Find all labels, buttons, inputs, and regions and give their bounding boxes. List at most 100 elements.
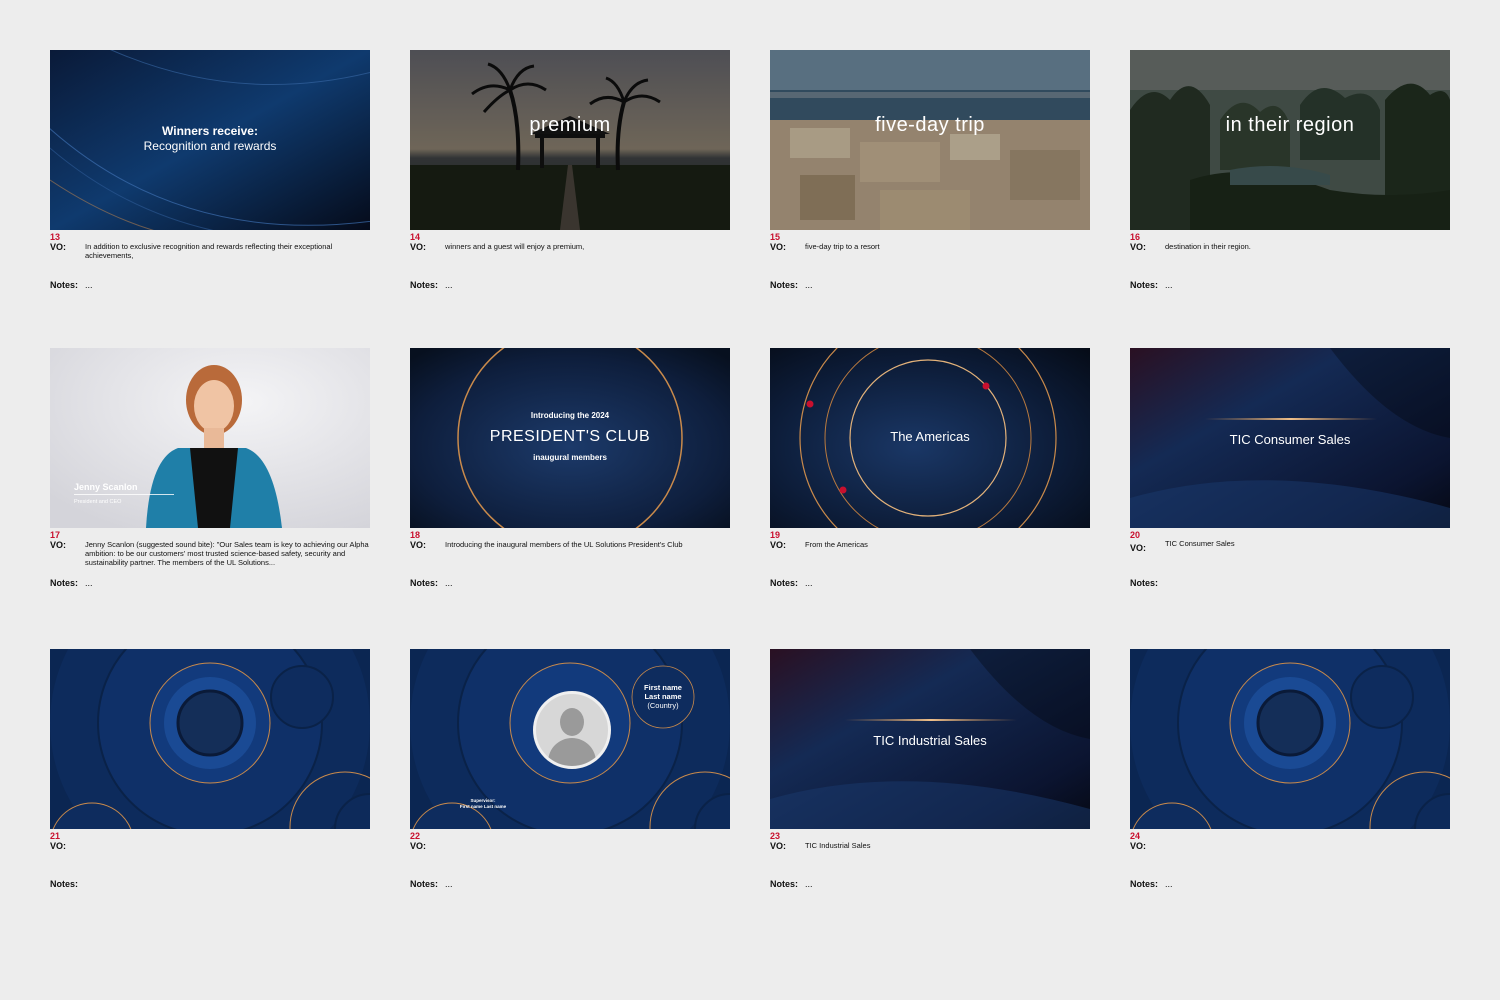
notes-label: Notes: [410, 879, 439, 889]
notes-text[interactable]: ... [1165, 280, 1173, 290]
notes-label: Notes: [1130, 879, 1159, 889]
slide-caption: TIC Industrial Sales [873, 733, 987, 748]
slide-thumbnail-17[interactable]: Jenny Scanlon President and CEO [50, 348, 370, 528]
vo-label: VO: [1130, 242, 1147, 252]
storyboard-cell-15[interactable]: five-day trip 15 VO: five-day trip to a … [770, 50, 1090, 290]
lower-third-title: President and CEO [74, 499, 122, 505]
vo-text[interactable]: TIC Industrial Sales [805, 841, 1090, 850]
slide-caption: premium [529, 114, 611, 136]
notes-label: Notes: [50, 578, 79, 588]
storyboard-cell-14[interactable]: premium 14 VO: winners and a guest will … [410, 50, 730, 290]
vo-text[interactable]: Introducing the inaugural members of the… [445, 540, 730, 549]
vo-label: VO: [770, 841, 787, 851]
slide-number: 18 [410, 530, 421, 540]
storyboard-cell-17[interactable]: Jenny Scanlon President and CEO 17 VO: J… [50, 348, 370, 588]
avatar-placeholder-icon [533, 691, 611, 769]
storyboard-cell-19[interactable]: The Americas 19 VO: From the Americas No… [770, 348, 1090, 588]
slide-number: 15 [770, 232, 781, 242]
slide-thumbnail-18[interactable]: Introducing the 2024 PRESIDENT'S CLUB in… [410, 348, 730, 528]
slide-number: 19 [770, 530, 781, 540]
slide-subheadline: Recognition and rewards [143, 139, 277, 153]
vo-label: VO: [770, 540, 787, 550]
storyboard-cell-16[interactable]: in their region 16 VO: destination in th… [1130, 50, 1450, 290]
notes-text[interactable]: ... [445, 578, 453, 588]
notes-label: Notes: [410, 578, 439, 588]
slide-subtitle: inaugural members [533, 453, 607, 462]
supervisor-block: Supervisor: First name Last name [450, 798, 516, 809]
vo-label: VO: [770, 242, 787, 252]
slide-number: 16 [1130, 232, 1141, 242]
slide-thumbnail-19[interactable]: The Americas [770, 348, 1090, 528]
slide-thumbnail-20[interactable]: TIC Consumer Sales [1130, 348, 1450, 528]
supervisor-name: First name Last name [459, 803, 507, 809]
vo-label: VO: [410, 242, 427, 252]
concentric-circles-background [50, 649, 370, 829]
slide-thumbnail-13[interactable]: Winners receive: Recognition and rewards [50, 50, 370, 230]
vo-text[interactable]: From the Americas [805, 540, 1090, 549]
notes-text[interactable]: ... [805, 578, 813, 588]
vo-text[interactable]: destination in their region. [1165, 242, 1450, 251]
vo-label: VO: [50, 841, 67, 851]
image-dim-overlay [410, 50, 730, 230]
winner-first-name: First name [644, 683, 682, 692]
slide-caption: The Americas [890, 429, 970, 444]
image-dim-overlay [1130, 50, 1450, 230]
slide-thumbnail-23[interactable]: TIC Industrial Sales [770, 649, 1090, 829]
slide-thumbnail-24[interactable] [1130, 649, 1450, 829]
storyboard-cell-21[interactable]: 21 VO: Notes: [50, 649, 370, 889]
vo-label: VO: [410, 841, 427, 851]
notes-label: Notes: [410, 280, 439, 290]
slide-caption: five-day trip [875, 114, 985, 136]
storyboard-cell-13[interactable]: Winners receive: Recognition and rewards… [50, 50, 370, 290]
lower-third-name: Jenny Scanlon [74, 482, 138, 492]
vo-text[interactable]: winners and a guest will enjoy a premium… [445, 242, 730, 251]
vo-text[interactable]: In addition to exclusive recognition and… [85, 242, 370, 260]
vo-text[interactable]: TIC Consumer Sales [1165, 539, 1450, 548]
notes-text[interactable]: ... [85, 280, 93, 290]
slide-number: 14 [410, 232, 421, 242]
slide-thumbnail-21[interactable] [50, 649, 370, 829]
storyboard-cell-23[interactable]: TIC Industrial Sales 23 VO: TIC Industri… [770, 649, 1090, 889]
vo-label: VO: [1130, 841, 1147, 851]
storyboard-cell-24[interactable]: 24 VO: Notes: ... [1130, 649, 1450, 889]
notes-label: Notes: [770, 578, 799, 588]
slide-number: 21 [50, 831, 61, 841]
storyboard-cell-20[interactable]: TIC Consumer Sales 20 VO: TIC Consumer S… [1130, 348, 1450, 588]
notes-text[interactable]: ... [445, 280, 453, 290]
slide-thumbnail-15[interactable]: five-day trip [770, 50, 1090, 230]
notes-label: Notes: [770, 280, 799, 290]
winner-name-block: First name Last name (Country) [632, 683, 694, 710]
notes-label: Notes: [50, 280, 79, 290]
vo-text[interactable]: Jenny Scanlon (suggested sound bite): "O… [85, 540, 370, 567]
slide-caption: TIC Consumer Sales [1229, 432, 1351, 447]
notes-label: Notes: [1130, 280, 1159, 290]
notes-text[interactable]: ... [85, 578, 93, 588]
concentric-circles-background [1130, 649, 1450, 829]
slide-number: 24 [1130, 831, 1141, 841]
notes-text[interactable]: ... [805, 280, 813, 290]
notes-label: Notes: [770, 879, 799, 889]
notes-label: Notes: [1130, 578, 1159, 588]
notes-text[interactable]: ... [805, 879, 813, 889]
winner-last-name: Last name [644, 692, 682, 701]
notes-text[interactable]: ... [1165, 879, 1173, 889]
slide-number: 22 [410, 831, 421, 841]
vo-label: VO: [50, 540, 67, 550]
vo-text[interactable]: five-day trip to a resort [805, 242, 1090, 251]
slide-title: PRESIDENT'S CLUB [489, 428, 651, 445]
image-dim-overlay [770, 50, 1090, 230]
slide-thumbnail-14[interactable]: premium [410, 50, 730, 230]
slide-number: 17 [50, 530, 61, 540]
vo-label: VO: [50, 242, 67, 252]
vo-label: VO: [1130, 543, 1147, 553]
storyboard-cell-22[interactable]: First name Last name (Country) Superviso… [410, 649, 730, 889]
slide-headline: Winners receive: [162, 124, 258, 138]
storyboard-cell-18[interactable]: Introducing the 2024 PRESIDENT'S CLUB in… [410, 348, 730, 588]
lower-third-divider [74, 494, 174, 495]
slide-thumbnail-22[interactable]: First name Last name (Country) Superviso… [410, 649, 730, 829]
winner-country: (Country) [647, 701, 679, 710]
slide-number: 13 [50, 232, 61, 242]
slide-thumbnail-16[interactable]: in their region [1130, 50, 1450, 230]
slide-number: 23 [770, 831, 781, 841]
notes-text[interactable]: ... [445, 879, 453, 889]
